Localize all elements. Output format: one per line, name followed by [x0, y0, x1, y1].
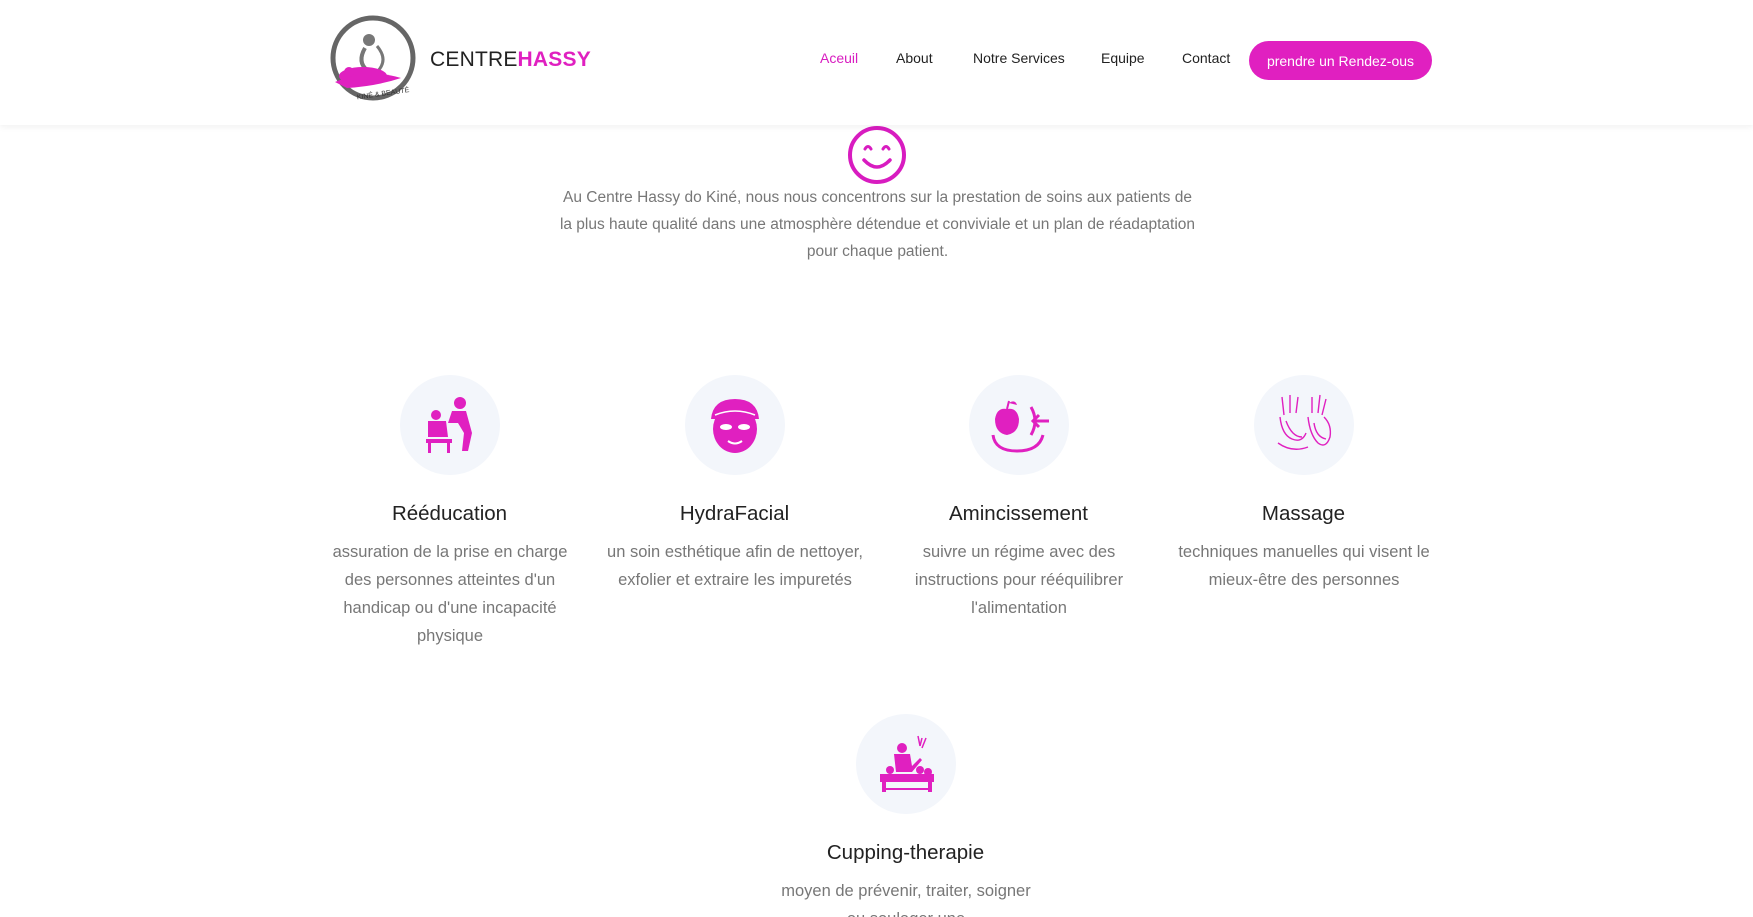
logo[interactable]: KINÉ & BEAUTÉ — [327, 12, 423, 108]
nav-contact[interactable]: Contact — [1182, 50, 1230, 72]
cupping-icon — [856, 714, 956, 814]
slimming-icon — [969, 375, 1069, 475]
service-description: un soin esthétique afin de nettoyer, exf… — [607, 543, 863, 589]
appointment-button[interactable]: prendre un Rendez-ous — [1249, 41, 1432, 80]
site-header: KINÉ & BEAUTÉ CENTREHASSY Aceuil About N… — [0, 0, 1753, 125]
intro-text: Au Centre Hassy do Kiné, nous nous conce… — [559, 189, 1196, 260]
brand-part-1: CENTRE — [430, 48, 518, 71]
service-description: moyen de prévenir, traiter, soigner ou s… — [781, 882, 1031, 917]
rehabilitation-icon — [400, 375, 500, 475]
service-title: Cupping-therapie — [826, 841, 985, 864]
service-description: techniques manuelles qui visent le mieux… — [1178, 543, 1430, 589]
service-description: assuration de la prise en charge des per… — [332, 543, 568, 645]
face-mask-icon — [685, 375, 785, 475]
smile-icon — [846, 124, 908, 186]
service-description: suivre un régime avec des instructions p… — [914, 543, 1124, 617]
brand-part-2: HASSY — [517, 48, 591, 71]
service-title: Rééducation — [391, 502, 508, 525]
service-title: Massage — [1261, 502, 1346, 525]
service-title: HydraFacial — [679, 502, 790, 525]
service-title: Amincissement — [949, 502, 1088, 525]
nav-aceuil[interactable]: Aceuil — [820, 50, 858, 72]
nav-equipe[interactable]: Equipe — [1101, 50, 1145, 72]
brand-name[interactable]: CENTREHASSY — [430, 48, 591, 72]
nav-notre-services[interactable]: Notre Services — [973, 50, 1065, 72]
massage-hands-icon — [1254, 375, 1354, 475]
nav-about[interactable]: About — [896, 50, 933, 72]
